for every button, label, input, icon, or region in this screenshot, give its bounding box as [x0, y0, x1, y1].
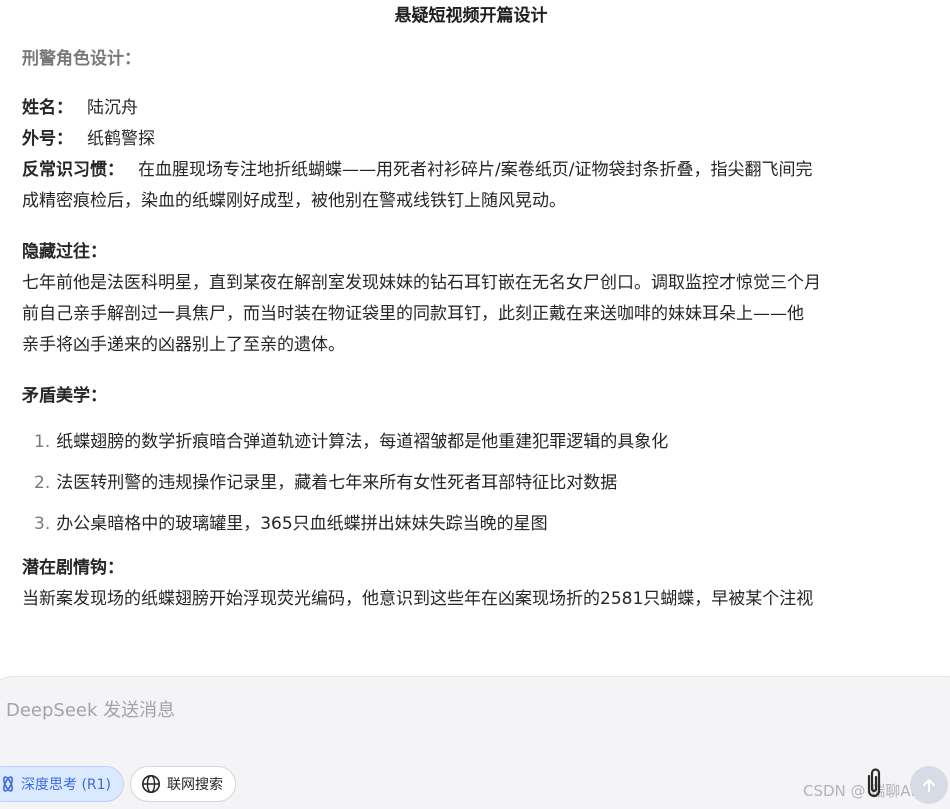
- aesthetics-list: 1. 纸蝶翅膀的数学折痕暗合弹道轨迹计算法，每道褶皱都是他重建犯罪逻辑的具象化 2…: [22, 422, 950, 545]
- paperclip-icon[interactable]: [860, 766, 888, 800]
- arrow-up-icon: [923, 779, 935, 792]
- globe-icon: [142, 775, 160, 793]
- hook-heading: 潜在剧情钩：: [22, 558, 124, 578]
- message-input[interactable]: DeepSeek 发送消息: [6, 696, 175, 722]
- chat-page: 悬疑短视频开篇设计 刑警角色设计： 姓名： 陆沉舟 外号： 纸鹤警探 反常识习惯： 在…: [0, 0, 950, 809]
- field-name-key: 姓名：: [22, 98, 73, 118]
- past-line-1: 七年前他是法医科明星，直到某夜在解剖室发现妹妹的钻石耳钉嵌在无名女尸创口。调取监…: [22, 273, 821, 293]
- list-item-number: 2.: [34, 473, 51, 493]
- deep-think-button[interactable]: 深度思考 (R1): [0, 766, 125, 802]
- list-item: 2. 法医转刑警的违规操作记录里，藏着七年来所有女性死者耳部特征比对数据: [34, 463, 950, 504]
- send-button[interactable]: [910, 766, 948, 804]
- web-search-button[interactable]: 联网搜索: [130, 766, 236, 802]
- list-item-text: 法医转刑警的违规操作记录里，藏着七年来所有女性死者耳部特征比对数据: [56, 473, 618, 493]
- list-item: 3. 办公桌暗格中的玻璃罐里，365只血纸蝶拼出妹妹失踪当晚的星图: [34, 504, 950, 545]
- list-item-number: 3.: [34, 514, 51, 534]
- atom-icon: [3, 776, 13, 792]
- role-heading: 刑警角色设计：: [22, 49, 141, 69]
- field-habit-key: 反常识习惯：: [22, 160, 124, 180]
- watermark: CSDN @ 瑞聊AI: [803, 782, 915, 800]
- past-line-2: 前自己亲手解剖过一具焦尸，而当时装在物证袋里的同款耳钉，此刻正戴在来送咖啡的妹妹…: [22, 304, 804, 324]
- field-nickname-value: 纸鹤警探: [87, 129, 155, 149]
- field-nickname-key: 外号：: [22, 129, 73, 149]
- list-item-text: 纸蝶翅膀的数学折痕暗合弹道轨迹计算法，每道褶皱都是他重建犯罪逻辑的具象化: [56, 432, 669, 452]
- list-item-text: 办公桌暗格中的玻璃罐里，365只血纸蝶拼出妹妹失踪当晚的星图: [56, 514, 548, 534]
- aesthetics-heading: 矛盾美学：: [22, 386, 107, 406]
- list-item: 1. 纸蝶翅膀的数学折痕暗合弹道轨迹计算法，每道褶皱都是他重建犯罪逻辑的具象化: [34, 422, 950, 463]
- hook-line: 当新案发现场的纸蝶翅膀开始浮现荧光编码，他意识到这些年在凶案现场折的2581只蝴…: [22, 589, 814, 609]
- list-item-number: 1.: [34, 432, 51, 452]
- field-name: 姓名： 陆沉舟: [22, 93, 950, 124]
- deep-think-label: 深度思考 (R1): [21, 777, 112, 793]
- field-nickname: 外号： 纸鹤警探: [22, 124, 950, 155]
- message-content: 刑警角色设计： 姓名： 陆沉舟 外号： 纸鹤警探 反常识习惯： 在血腥现场专注地折纸蝴…: [22, 44, 950, 615]
- field-habit-value: 在血腥现场专注地折纸蝴蝶——用死者衬衫碎片/案卷纸页/证物袋封条折叠，指尖翻飞间…: [138, 160, 813, 180]
- past-line-3: 亲手将凶手递来的凶器别上了至亲的遗体。: [22, 335, 345, 355]
- past-heading: 隐藏过往：: [22, 242, 107, 262]
- web-search-label: 联网搜索: [167, 777, 223, 793]
- field-habit: 反常识习惯： 在血腥现场专注地折纸蝴蝶——用死者衬衫碎片/案卷纸页/证物袋封条折叠…: [22, 155, 950, 186]
- field-name-value: 陆沉舟: [87, 98, 138, 118]
- field-habit-continued: 成精密痕检后，染血的纸蝶刚好成型，被他别在警戒线铁钉上随风晃动。: [22, 191, 566, 211]
- page-title: 悬疑短视频开篇设计: [394, 6, 548, 26]
